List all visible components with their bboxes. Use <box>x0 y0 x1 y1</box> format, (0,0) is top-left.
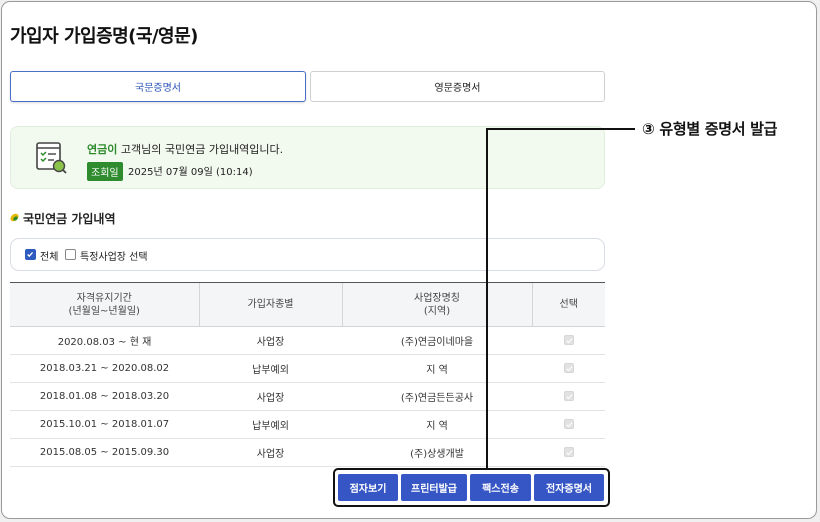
braille-view-button[interactable]: 점자보기 <box>338 474 398 501</box>
workplace-filter-bar: 전체 특정사업장 선택 <box>10 238 605 271</box>
table-row: 2020.08.03 ~ 현 재 사업장 (주)연금이네마을 <box>10 326 605 355</box>
workplace-cell: (주)연금든든공사 <box>342 382 532 411</box>
select-cell <box>532 382 605 411</box>
all-checkbox[interactable] <box>25 249 36 260</box>
callout-line-vertical <box>486 128 488 469</box>
query-date: 2025년 07월 09일 (10:14) <box>128 167 253 178</box>
callout-line-horizontal <box>486 128 635 130</box>
specific-workplace-label[interactable]: 특정사업장 선택 <box>80 248 148 263</box>
query-date-badge: 조회일 <box>87 162 123 181</box>
workplace-cell: (주)연금이네마을 <box>342 326 532 355</box>
info-text: 고객님의 국민연금 가입내역입니다. <box>117 143 284 156</box>
row-select-checkbox[interactable] <box>563 335 574 345</box>
workplace-cell: (주)상생개발 <box>342 438 532 467</box>
document-check-icon <box>36 142 67 174</box>
type-cell: 납부예외 <box>199 354 342 383</box>
header-type: 가입자종별 <box>198 282 342 327</box>
subscription-history-table: 자격유지기간 (년월일~년월일) 가입자종별 사업장명칭 (지역) 선택 2020.… <box>10 282 605 467</box>
type-cell: 사업장 <box>199 438 342 467</box>
workplace-cell: 지 역 <box>342 354 532 383</box>
select-cell <box>532 410 605 439</box>
period-cell: 2018.03.21 ~ 2020.08.02 <box>10 354 199 383</box>
header-period: 자격유지기간 (년월일~년월일) <box>10 282 199 327</box>
leaf-icon <box>10 213 19 222</box>
tab-korean-certificate[interactable]: 국문증명서 <box>10 71 306 102</box>
app-window: 가입자 가입증명(국/영문) 국문증명서 영문증명서 연금이 고객님의 국민연금… <box>1 1 817 519</box>
type-cell: 사업장 <box>199 382 342 411</box>
table-row: 2018.03.21 ~ 2020.08.02 납부예외 지 역 <box>10 354 605 383</box>
workplace-cell: 지 역 <box>342 410 532 439</box>
row-select-checkbox[interactable] <box>563 391 574 401</box>
all-checkbox-label[interactable]: 전체 <box>40 248 58 263</box>
row-select-checkbox[interactable] <box>563 447 574 457</box>
period-cell: 2015.08.05 ~ 2015.09.30 <box>10 438 199 467</box>
page-title: 가입자 가입증명(국/영문) <box>10 26 198 47</box>
annotation-label: ③ 유형별 증명서 발급 <box>642 120 778 138</box>
period-cell: 2015.10.01 ~ 2018.01.07 <box>10 410 199 439</box>
table-header-row: 자격유지기간 (년월일~년월일) 가입자종별 사업장명칭 (지역) 선택 <box>10 282 605 327</box>
print-issue-button[interactable]: 프린터발급 <box>401 474 467 501</box>
row-select-checkbox[interactable] <box>563 363 574 373</box>
header-select: 선택 <box>531 282 605 327</box>
info-message: 연금이 고객님의 국민연금 가입내역입니다. <box>87 141 283 157</box>
period-cell: 2020.08.03 ~ 현 재 <box>10 326 199 355</box>
check-icon <box>27 252 34 258</box>
user-name: 연금이 <box>87 143 118 156</box>
period-cell: 2018.01.08 ~ 2018.03.20 <box>10 382 199 411</box>
header-workplace: 사업장명칭 (지역) <box>341 282 532 327</box>
row-select-checkbox[interactable] <box>563 419 574 429</box>
select-cell <box>532 354 605 383</box>
fax-send-button[interactable]: 팩스전송 <box>470 474 531 501</box>
type-cell: 납부예외 <box>199 410 342 439</box>
table-row: 2015.08.05 ~ 2015.09.30 사업장 (주)상생개발 <box>10 438 605 467</box>
table-row: 2018.01.08 ~ 2018.03.20 사업장 (주)연금든든공사 <box>10 382 605 411</box>
table-row: 2015.10.01 ~ 2018.01.07 납부예외 지 역 <box>10 410 605 439</box>
specific-workplace-checkbox[interactable] <box>65 249 76 260</box>
select-cell <box>532 438 605 467</box>
electronic-certificate-button[interactable]: 전자증명서 <box>534 474 604 501</box>
select-cell <box>532 326 605 355</box>
section-title: 국민연금 가입내역 <box>23 212 116 226</box>
type-cell: 사업장 <box>199 326 342 355</box>
subscriber-info-box: 연금이 고객님의 국민연금 가입내역입니다. 조회일 2025년 07월 09일… <box>10 126 605 189</box>
tab-english-certificate[interactable]: 영문증명서 <box>310 71 605 102</box>
